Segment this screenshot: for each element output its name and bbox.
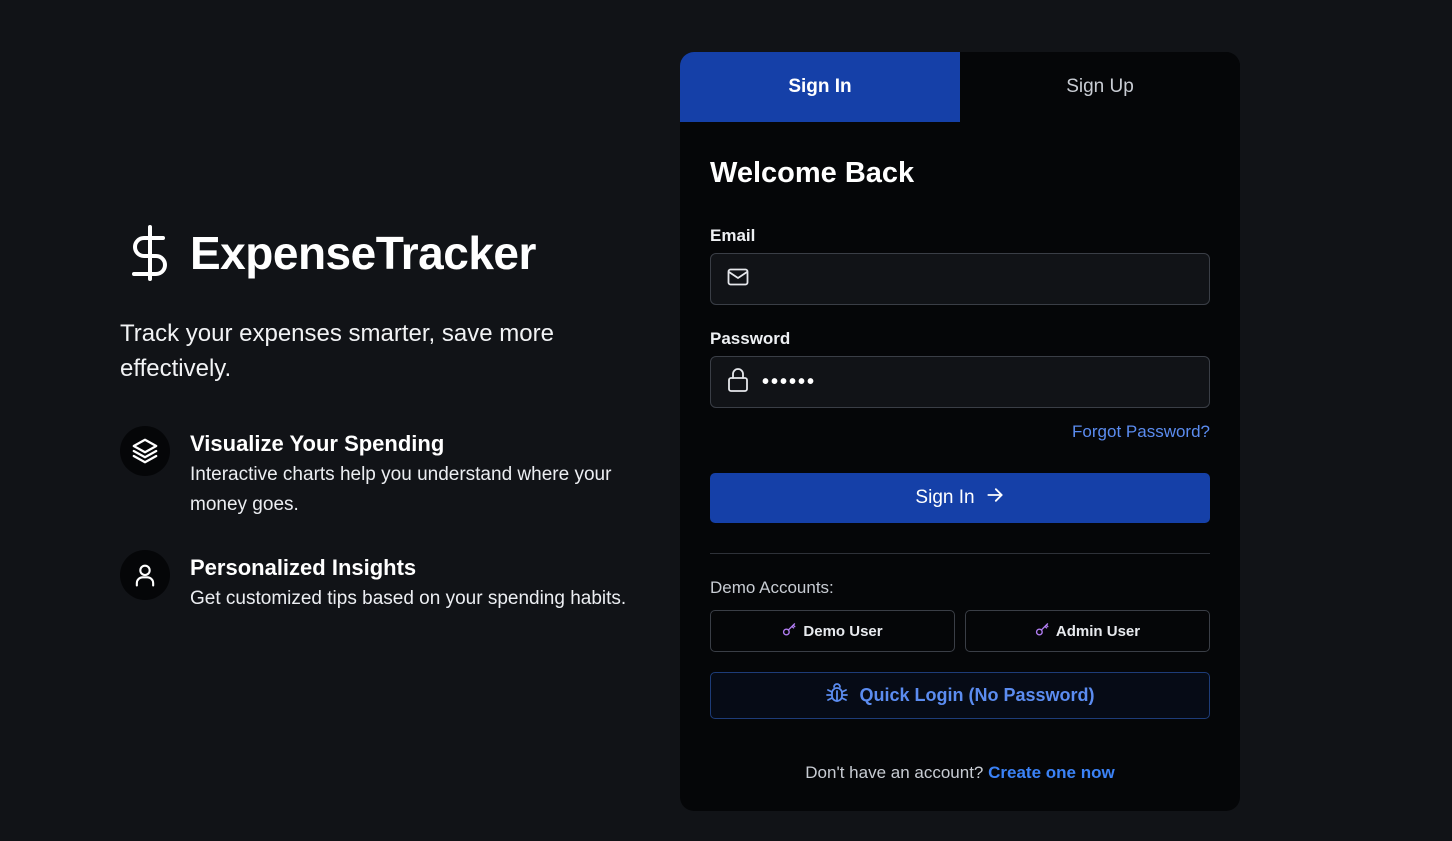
dollar-sign-icon (128, 222, 186, 284)
feature-title: Personalized Insights (190, 555, 417, 580)
password-label: Password (710, 329, 791, 348)
password-field-wrapper (710, 356, 1210, 408)
feature-description: Interactive charts help you understand w… (190, 464, 612, 515)
sign-in-button[interactable]: Sign In (710, 473, 1210, 523)
email-field[interactable] (762, 267, 1182, 291)
tagline: Track your expenses smarter, save more e… (120, 320, 554, 382)
key-icon (782, 622, 803, 641)
demo-accounts-label: Demo Accounts: (710, 578, 834, 597)
feature-title: Visualize Your Spending (190, 431, 445, 456)
divider (710, 553, 1210, 554)
tab-sign-up[interactable]: Sign Up (960, 52, 1240, 122)
tab-sign-in[interactable]: Sign In (680, 52, 960, 122)
create-account-link[interactable]: Create one now (988, 763, 1115, 782)
admin-user-button[interactable]: Admin User (965, 610, 1210, 652)
brand: ExpenseTracker (120, 222, 660, 284)
signup-prompt-text: Don't have an account? (805, 763, 984, 782)
signup-prompt: Don't have an account? Create one now (710, 763, 1210, 783)
admin-user-label: Admin User (1055, 622, 1141, 640)
bug-icon (825, 681, 859, 710)
password-field[interactable] (762, 370, 1182, 394)
arrow-right-icon (975, 485, 1005, 511)
form-heading: Welcome Back (710, 157, 915, 189)
user-icon (120, 550, 170, 600)
key-icon (1035, 622, 1056, 641)
quick-login-label: Quick Login (No Password) (859, 685, 1095, 705)
forgot-password-link[interactable]: Forgot Password? (710, 422, 1210, 442)
demo-accounts: Demo User Admin User (710, 610, 1210, 652)
layers-icon (120, 426, 170, 476)
demo-user-label: Demo User (803, 622, 883, 640)
feature-visualize: Visualize Your Spending Interactive char… (120, 426, 660, 520)
hero-panel: ExpenseTracker Track your expenses smart… (120, 222, 660, 614)
feature-description: Get customized tips based on your spendi… (190, 588, 627, 609)
demo-user-button[interactable]: Demo User (710, 610, 955, 652)
quick-login-button[interactable]: Quick Login (No Password) (710, 672, 1210, 719)
email-label: Email (710, 226, 756, 245)
login-page: ExpenseTracker Track your expenses smart… (0, 0, 1452, 841)
auth-card: Sign In Sign Up Welcome Back Email Passw… (680, 52, 1240, 811)
auth-tabs: Sign In Sign Up (680, 52, 1240, 122)
mail-icon (726, 265, 750, 294)
feature-insights: Personalized Insights Get customized tip… (120, 550, 660, 614)
lock-icon (726, 367, 750, 398)
sign-in-button-label: Sign In (915, 487, 975, 508)
email-field-wrapper (710, 253, 1210, 305)
app-title: ExpenseTracker (190, 227, 536, 279)
